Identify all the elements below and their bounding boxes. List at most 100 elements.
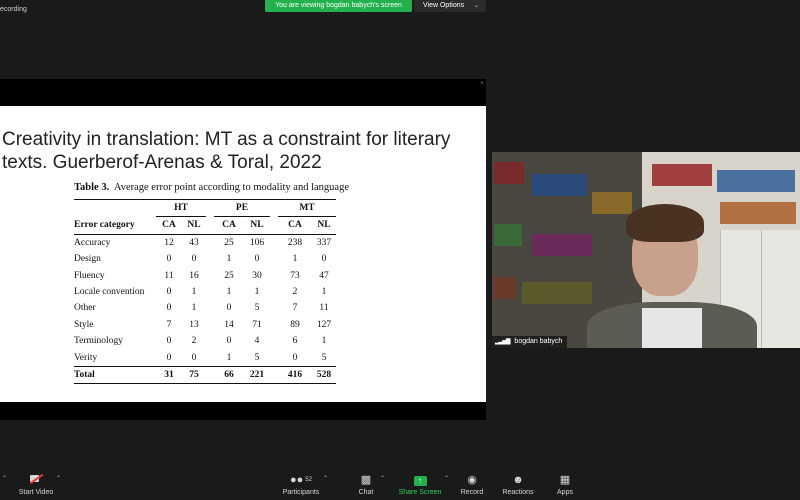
table-row: Style 7 13 14 71 89 127 [74, 317, 336, 333]
view-options-button[interactable]: View Options ⌄ [414, 0, 486, 12]
row-category: Locale convention [74, 287, 145, 298]
cell: 16 [189, 270, 199, 281]
chevron-up-icon[interactable]: ⌃ [380, 475, 385, 482]
record-button[interactable]: ◉ Record [456, 468, 488, 496]
cell: 71 [252, 319, 262, 330]
row-category: Fluency [74, 270, 105, 281]
start-video-label: Start Video [18, 489, 54, 496]
chevron-up-icon[interactable]: ⌃ [2, 475, 7, 482]
cell: 0 [166, 254, 172, 265]
cell: 43 [189, 237, 199, 248]
reactions-icon: ☻ [512, 474, 524, 486]
table-row: Design 0 0 1 0 1 0 [74, 251, 336, 267]
cell: 337 [316, 237, 332, 248]
cell: 66 [214, 366, 244, 385]
cell: 0 [166, 287, 172, 298]
recording-label: ecording [0, 6, 27, 13]
table-row: Other 0 1 0 5 7 11 [74, 300, 336, 316]
cell: 106 [249, 237, 265, 248]
cell: 30 [252, 270, 262, 281]
chat-icon: ▩ [360, 474, 372, 486]
participants-label: Participants [282, 489, 320, 496]
cell: 5 [254, 303, 260, 314]
apps-icon: ▦ [559, 474, 571, 486]
row-category: Verity [74, 352, 98, 363]
chevron-up-icon[interactable]: ⌃ [56, 475, 61, 482]
table-row: Accuracy 12 43 25 106 238 337 [74, 234, 336, 251]
table-caption-text: Average error point according to modalit… [113, 182, 349, 193]
cell: 0 [166, 352, 172, 363]
books [652, 164, 712, 186]
table-row: Terminology 0 2 0 4 6 1 [74, 333, 336, 349]
books [717, 170, 795, 192]
reactions-button[interactable]: ☻ Reactions [500, 468, 536, 496]
participants-button[interactable]: ●● 52 Participants [278, 468, 324, 496]
share-screen-button[interactable]: ↑ Share Screen [396, 468, 444, 496]
cell: 5 [321, 352, 327, 363]
chevron-up-icon[interactable]: ⌃ [444, 475, 449, 482]
row-category: Accuracy [74, 237, 111, 248]
record-label: Record [460, 489, 484, 496]
cell: 0 [321, 254, 327, 265]
table-row: Locale convention 0 1 1 1 2 1 [74, 284, 336, 300]
cell: 11 [319, 303, 329, 314]
participants-icon: ●● 52 [290, 474, 312, 486]
cell: 1 [226, 352, 232, 363]
cell: 0 [226, 303, 232, 314]
group-header-pe: PE [214, 198, 270, 218]
cell: 0 [191, 254, 197, 265]
table-row: Fluency 11 16 25 30 73 47 [74, 268, 336, 284]
table-caption-label: Table 3. [74, 182, 110, 193]
cell: 89 [290, 319, 300, 330]
cell: 221 [244, 366, 270, 385]
close-icon[interactable]: × [480, 81, 484, 87]
cell: 13 [189, 319, 199, 330]
participant-shirt [642, 308, 702, 348]
group-header-ht: HT [156, 198, 206, 218]
cell: 73 [290, 270, 300, 281]
cell: 1 [292, 254, 298, 265]
cell: 1 [191, 287, 197, 298]
cell: 25 [224, 237, 234, 248]
cell: 127 [316, 319, 332, 330]
subheader: CA [278, 216, 312, 235]
subheader: NL [244, 216, 270, 235]
cell: 238 [287, 237, 303, 248]
cell: 25 [224, 270, 234, 281]
chat-button[interactable]: ▩ Chat [352, 468, 380, 496]
chevron-up-icon[interactable]: ⌃ [323, 475, 328, 482]
cell: 7 [166, 319, 172, 330]
cell: 75 [182, 366, 206, 385]
cell: 1 [226, 254, 232, 265]
row-category: Other [74, 303, 96, 314]
error-table: HT PE MT Error category CA NL CA NL CA N… [74, 198, 336, 385]
cell: 2 [191, 336, 197, 347]
cell: 0 [292, 352, 298, 363]
apps-button[interactable]: ▦ Apps [552, 468, 578, 496]
books [494, 162, 524, 184]
start-video-button[interactable]: Start Video [14, 468, 58, 496]
participant-video-tile[interactable]: ▂▃▅▇ bogdan babych [492, 152, 800, 348]
total-row: Total 31 75 66 221 416 528 [74, 366, 336, 385]
cell: 11 [164, 270, 174, 281]
cell: 47 [319, 270, 329, 281]
cell: 31 [156, 366, 182, 385]
cell: 2 [292, 287, 298, 298]
row-category: Style [74, 319, 94, 330]
cell: 416 [278, 366, 312, 385]
cell: 14 [224, 319, 234, 330]
subheader: NL [182, 216, 206, 235]
error-category-header: Error category [74, 216, 156, 235]
books [522, 282, 592, 304]
apps-label: Apps [557, 489, 573, 496]
share-screen-icon: ↑ [396, 473, 444, 487]
cell: 5 [254, 352, 260, 363]
view-options-label: View Options [423, 2, 465, 9]
signal-strength-icon: ▂▃▅▇ [495, 339, 511, 345]
cell: 0 [254, 254, 260, 265]
books [494, 277, 516, 299]
books [494, 224, 522, 246]
participant-name: bogdan babych [514, 338, 563, 345]
cell: 1 [254, 287, 260, 298]
chevron-down-icon: ⌄ [473, 3, 479, 9]
